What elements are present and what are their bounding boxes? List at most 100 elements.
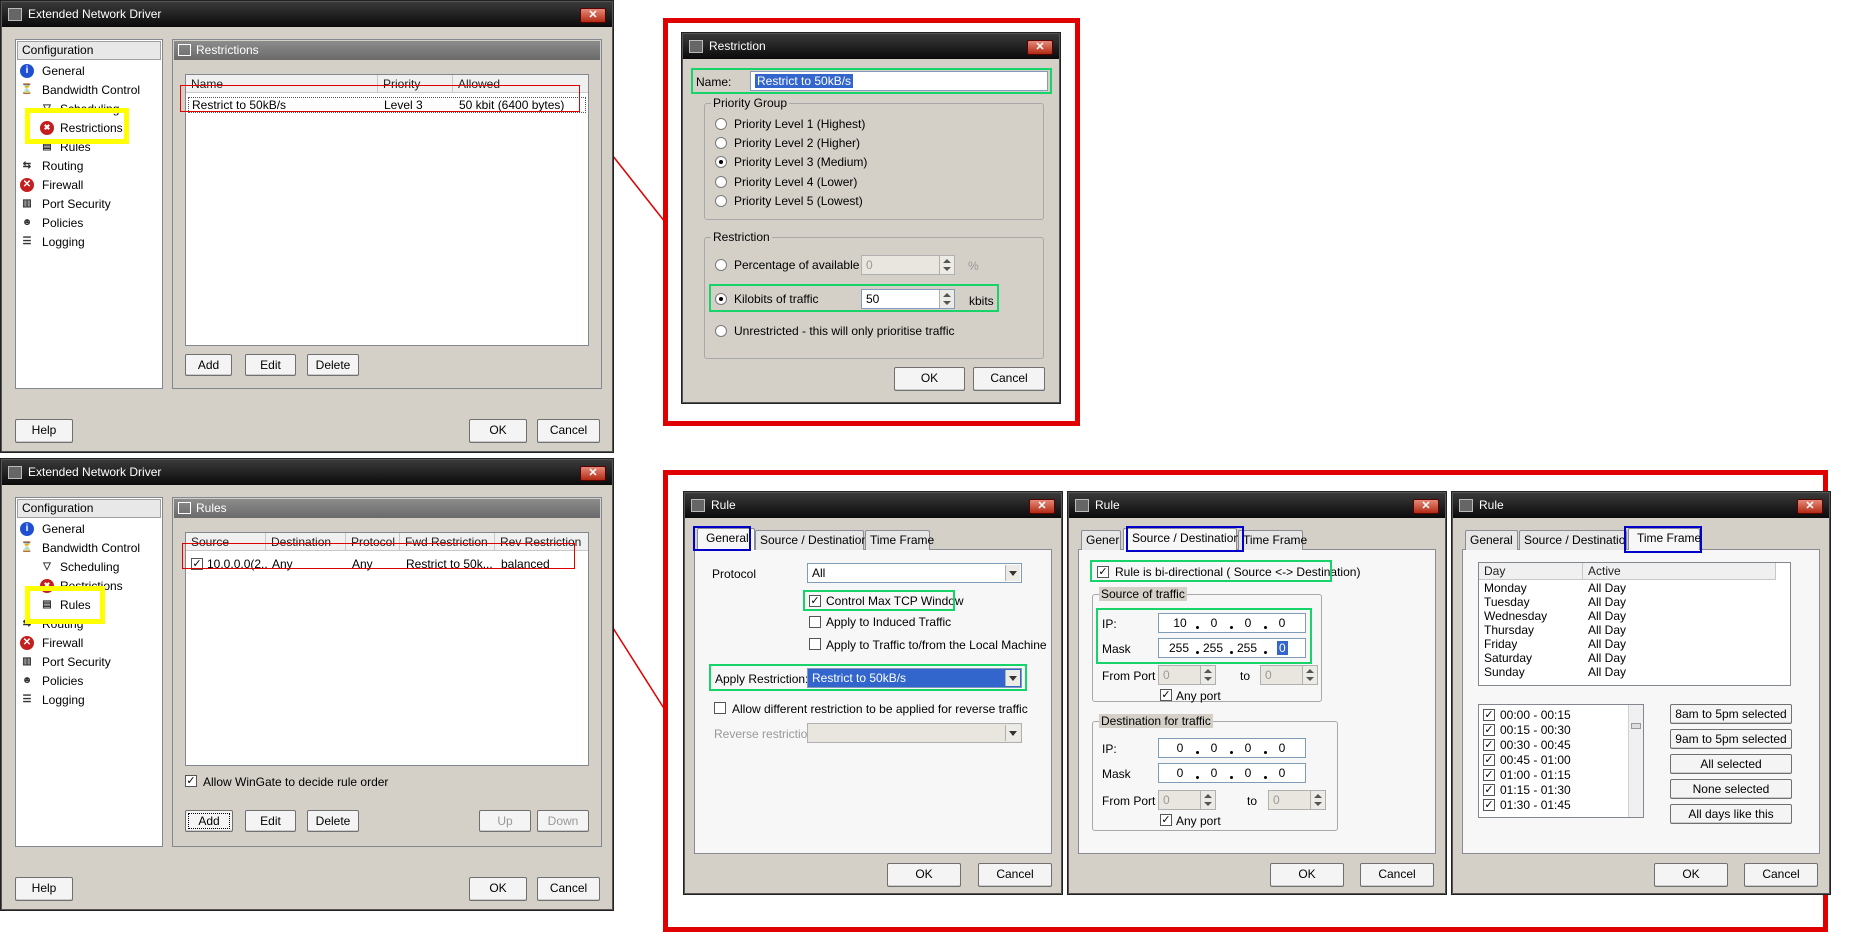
tree-item-port-security[interactable]: ▥ Port Security: [20, 654, 110, 670]
ok-button[interactable]: OK: [894, 367, 965, 391]
spinner[interactable]: [1302, 666, 1317, 684]
slot-checkbox[interactable]: ✓: [1483, 754, 1495, 766]
edit-button[interactable]: Edit: [245, 354, 296, 376]
slot-checkbox[interactable]: ✓: [1483, 784, 1495, 796]
tree-item-port-security[interactable]: ▥ Port Security: [20, 196, 110, 212]
help-button[interactable]: Help: [15, 877, 73, 901]
dest-mask-input[interactable]: 0 0 0 0: [1158, 763, 1306, 783]
8am-5pm-button[interactable]: 8am to 5pm selected: [1670, 704, 1792, 724]
dest-to-port-input[interactable]: 0: [1268, 790, 1326, 810]
cancel-button[interactable]: Cancel: [978, 863, 1052, 887]
slot-checkbox[interactable]: ✓: [1483, 709, 1495, 721]
tab-time-frame[interactable]: Time Frame: [1238, 530, 1307, 550]
cancel-button[interactable]: Cancel: [1744, 863, 1818, 887]
percentage-spinner[interactable]: [939, 256, 954, 274]
tree-item-scheduling[interactable]: ▽ Scheduling: [40, 559, 119, 575]
tab-general[interactable]: General: [1465, 530, 1518, 550]
dest-from-port-input[interactable]: 0: [1158, 790, 1216, 810]
source-any-port-checkbox[interactable]: ✓: [1160, 689, 1172, 701]
restrictions-list[interactable]: Name Priority Allowed Restrict to 50kB/s…: [185, 74, 589, 346]
unrestricted-radio[interactable]: [715, 325, 727, 337]
spinner[interactable]: [1310, 791, 1325, 809]
percentage-radio[interactable]: [715, 259, 727, 271]
close-button[interactable]: ✕: [1029, 499, 1055, 514]
delete-button[interactable]: Delete: [307, 354, 359, 376]
title-bar: Extended Network Driver ✕: [2, 460, 612, 485]
all-days-like-this-button[interactable]: All days like this: [1670, 804, 1792, 824]
close-button[interactable]: ✕: [580, 466, 606, 481]
close-button[interactable]: ✕: [1027, 40, 1053, 55]
down-button[interactable]: Down: [537, 810, 589, 832]
none-selected-button[interactable]: None selected: [1670, 779, 1792, 799]
protocol-select[interactable]: All: [807, 563, 1022, 583]
tree-item-firewall[interactable]: ✕ Firewall: [20, 177, 83, 193]
allow-different-checkbox[interactable]: [714, 702, 726, 714]
priority-radio-1[interactable]: [715, 118, 727, 130]
induced-checkbox[interactable]: [809, 616, 821, 628]
spinner[interactable]: [1200, 666, 1215, 684]
day-name[interactable]: Sunday: [1484, 664, 1525, 680]
9am-5pm-button[interactable]: 9am to 5pm selected: [1670, 729, 1792, 749]
source-to-port-input[interactable]: 0: [1260, 665, 1318, 685]
add-button[interactable]: Add: [185, 354, 232, 376]
cancel-button[interactable]: Cancel: [973, 367, 1045, 391]
tree-item-logging[interactable]: ☰ Logging: [20, 234, 85, 250]
tree-item-policies[interactable]: ☻ Policies: [20, 673, 84, 689]
time-slots-scrollbar[interactable]: [1628, 705, 1643, 817]
slot-checkbox[interactable]: ✓: [1483, 739, 1495, 751]
source-from-port-input[interactable]: 0: [1158, 665, 1216, 685]
ok-button[interactable]: OK: [469, 877, 527, 901]
tree-item-bandwidth[interactable]: ⏳ Bandwidth Control: [20, 540, 140, 556]
reverse-restriction-select[interactable]: [807, 723, 1022, 743]
ok-button[interactable]: OK: [1270, 863, 1344, 887]
close-button[interactable]: ✕: [1413, 499, 1439, 514]
cancel-button[interactable]: Cancel: [537, 419, 600, 443]
delete-button[interactable]: Delete: [307, 810, 359, 832]
slot-checkbox[interactable]: ✓: [1483, 799, 1495, 811]
spinner[interactable]: [1200, 791, 1215, 809]
title-bar: Rule ✕: [1453, 493, 1829, 518]
green-highlight-bidir: [1090, 560, 1332, 582]
ok-button[interactable]: OK: [1654, 863, 1728, 887]
tree-item-firewall[interactable]: ✕ Firewall: [20, 635, 83, 651]
ok-button[interactable]: OK: [469, 419, 527, 443]
tab-source-destination[interactable]: Source / Destination: [1519, 530, 1627, 550]
tree-item-logging[interactable]: ☰ Logging: [20, 692, 85, 708]
tree-item-general[interactable]: i General: [20, 63, 85, 79]
time-slots-list[interactable]: ✓ 00:00 - 00:15 ✓ 00:15 - 00:30 ✓ 00:30 - 0…: [1478, 704, 1644, 818]
close-button[interactable]: ✕: [1797, 499, 1823, 514]
tree-item-general[interactable]: i General: [20, 521, 85, 537]
allow-wingate-checkbox[interactable]: ✓: [185, 775, 197, 787]
dest-ip-input[interactable]: 0 0 0 0: [1158, 738, 1306, 758]
column-header-active[interactable]: Active: [1583, 563, 1776, 580]
priority-label-4: Priority Level 4 (Lower): [734, 175, 858, 189]
tab-time-frame[interactable]: Time Frame: [865, 530, 934, 550]
all-selected-button[interactable]: All selected: [1670, 754, 1792, 774]
priority-radio-4[interactable]: [715, 176, 727, 188]
chevron-down-icon[interactable]: [1005, 725, 1020, 741]
percentage-input[interactable]: 0: [861, 255, 955, 275]
close-button[interactable]: ✕: [580, 8, 606, 23]
up-button[interactable]: Up: [479, 810, 531, 832]
help-button[interactable]: Help: [15, 419, 73, 443]
slot-checkbox[interactable]: ✓: [1483, 724, 1495, 736]
ok-button[interactable]: OK: [887, 863, 961, 887]
chevron-down-icon[interactable]: [1005, 565, 1020, 581]
slot-checkbox[interactable]: ✓: [1483, 769, 1495, 781]
local-checkbox[interactable]: [809, 638, 821, 650]
priority-radio-2[interactable]: [715, 137, 727, 149]
cancel-button[interactable]: Cancel: [537, 877, 600, 901]
tree-item-policies[interactable]: ☻ Policies: [20, 215, 84, 231]
tab-source-destination[interactable]: Source / Destination: [755, 530, 868, 550]
days-list[interactable]: Day Active Monday All Day Tuesday All Day …: [1478, 562, 1791, 686]
column-header-day[interactable]: Day: [1479, 563, 1583, 580]
dest-any-port-checkbox[interactable]: ✓: [1160, 814, 1172, 826]
add-button[interactable]: Add: [185, 810, 233, 832]
tree-item-bandwidth[interactable]: ⏳ Bandwidth Control: [20, 82, 140, 98]
tab-general[interactable]: General: [1081, 530, 1121, 550]
priority-radio-5[interactable]: [715, 195, 727, 207]
edit-button[interactable]: Edit: [245, 810, 296, 832]
tree-item-routing[interactable]: ⇆ Routing: [20, 158, 84, 174]
priority-radio-3[interactable]: [715, 156, 727, 168]
cancel-button[interactable]: Cancel: [1360, 863, 1434, 887]
